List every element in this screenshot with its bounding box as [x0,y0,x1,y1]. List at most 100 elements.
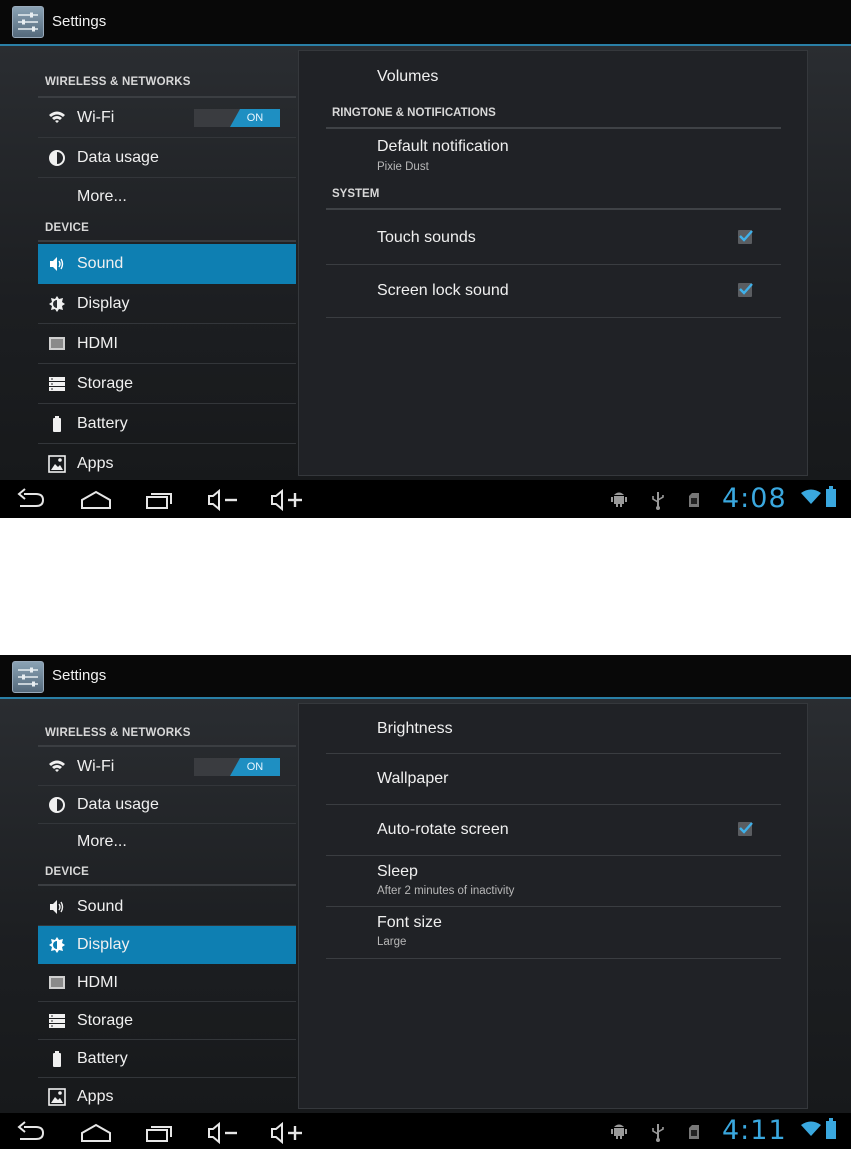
sidebar-item-label: HDMI [77,335,118,352]
pref-summary: Large [377,936,407,948]
battery-status-icon [826,486,836,507]
sidebar-item-more[interactable]: More... [38,178,296,216]
sidebar-item-wifi[interactable]: Wi-Fi ON [38,98,296,138]
sidebar-item-label: Battery [77,415,128,432]
pref-title: Sleep [377,863,418,880]
battery-icon [53,416,61,432]
pref-wallpaper[interactable]: Wallpaper [326,754,781,805]
settings-app-icon[interactable] [12,6,44,38]
pref-font-size[interactable]: Font size Large [326,907,781,959]
sidebar-item-more[interactable]: More... [38,824,296,860]
pref-title: Volumes [377,68,439,85]
apps-icon [48,455,66,473]
pref-sleep[interactable]: Sleep After 2 minutes of inactivity [326,856,781,907]
settings-screen-display: Settings WIRELESS & NETWORKS Wi-Fi ON Da… [0,655,851,1149]
wifi-icon [49,760,65,772]
back-icon[interactable] [16,1121,46,1143]
sidebar-item-hdmi[interactable]: HDMI [38,964,296,1002]
sidebar-item-label: Display [77,936,130,953]
pref-title: Wallpaper [377,770,449,787]
touch-sounds-checkbox[interactable] [738,230,753,244]
sidebar-item-wifi[interactable]: Wi-Fi ON [38,748,296,786]
battery-icon [53,1051,61,1067]
android-debug-icon [611,492,627,507]
sidebar-item-apps[interactable]: Apps [38,1078,296,1116]
header-device: DEVICE [38,222,296,242]
sidebar-item-label: Apps [77,1088,114,1105]
sidebar-item-label: Storage [77,1012,134,1029]
volume-down-icon[interactable] [207,488,243,512]
data-usage-icon [49,797,65,813]
sound-settings-panel: Volumes RINGTONE & NOTIFICATIONS Default… [298,50,808,476]
settings-content: WIRELESS & NETWORKS Wi-Fi ON Data usage … [0,46,851,480]
sidebar-item-label: Storage [77,375,134,392]
auto-rotate-checkbox[interactable] [738,822,753,836]
sidebar-item-storage[interactable]: Storage [38,1002,296,1040]
pref-title: Brightness [377,720,453,737]
sidebar-item-sound[interactable]: Sound [38,244,296,284]
back-icon[interactable] [16,488,46,510]
sd-card-icon [689,493,699,507]
usb-icon [652,492,664,510]
system-navigation-bar: 4:08 [0,480,851,518]
display-icon [49,296,65,312]
pref-auto-rotate-screen[interactable]: Auto-rotate screen [326,805,781,856]
recent-apps-icon[interactable] [145,1121,175,1143]
pref-brightness[interactable]: Brightness [326,704,781,754]
sidebar-item-label: Sound [77,898,124,915]
sidebar-item-data-usage[interactable]: Data usage [38,786,296,824]
storage-icon [49,377,65,391]
sidebar-item-label: Data usage [77,796,159,813]
category-ringtone-notifications: RINGTONE & NOTIFICATIONS [326,107,781,129]
hdmi-icon [49,976,65,989]
category-system: SYSTEM [326,188,781,210]
pref-default-notification[interactable]: Default notification Pixie Dust [326,131,781,181]
volume-down-icon[interactable] [207,1121,243,1145]
pref-title: Auto-rotate screen [377,821,509,838]
sidebar-item-battery[interactable]: Battery [38,404,296,444]
recent-apps-icon[interactable] [145,488,175,510]
settings-content: WIRELESS & NETWORKS Wi-Fi ON Data usage … [0,699,851,1113]
pref-screen-lock-sound[interactable]: Screen lock sound [326,265,781,318]
home-icon[interactable] [80,1121,112,1143]
display-icon [49,937,65,953]
sidebar-item-battery[interactable]: Battery [38,1040,296,1078]
system-navigation-bar: 4:11 [0,1113,851,1149]
sidebar-item-label: More... [77,833,127,850]
volume-up-icon[interactable] [270,488,306,512]
sidebar-item-display[interactable]: Display [38,926,296,964]
wifi-toggle[interactable]: ON [194,758,280,776]
status-clock: 4:08 [722,483,787,514]
sidebar-item-label: Sound [77,255,124,272]
sidebar-item-sound[interactable]: Sound [38,888,296,926]
sidebar-item-data-usage[interactable]: Data usage [38,138,296,178]
home-icon[interactable] [80,488,112,510]
sidebar-item-storage[interactable]: Storage [38,364,296,404]
sidebar-item-apps[interactable]: Apps [38,444,296,484]
app-title: Settings [52,13,107,30]
sidebar-item-label: HDMI [77,974,118,991]
check-icon [739,822,753,834]
pref-touch-sounds[interactable]: Touch sounds [326,211,781,265]
pref-volumes[interactable]: Volumes [326,55,781,97]
settings-app-icon[interactable] [12,661,44,693]
app-title: Settings [52,667,107,684]
volume-up-icon[interactable] [270,1121,306,1145]
pref-title: Screen lock sound [377,282,509,299]
sound-icon [50,257,64,271]
wifi-toggle[interactable]: ON [194,109,280,127]
data-usage-icon [49,150,65,166]
check-icon [739,230,753,242]
hdmi-icon [49,337,65,350]
sidebar-item-display[interactable]: Display [38,284,296,324]
battery-status-icon [826,1118,836,1139]
wifi-signal-icon [801,489,821,504]
storage-icon [49,1014,65,1028]
sidebar-item-label: Data usage [77,149,159,166]
action-bar: Settings [0,655,851,699]
usb-icon [652,1124,664,1142]
sidebar-item-hdmi[interactable]: HDMI [38,324,296,364]
screen-lock-sound-checkbox[interactable] [738,283,753,297]
wifi-toggle-on: ON [230,758,280,776]
header-wireless-networks: WIRELESS & NETWORKS [38,76,296,98]
